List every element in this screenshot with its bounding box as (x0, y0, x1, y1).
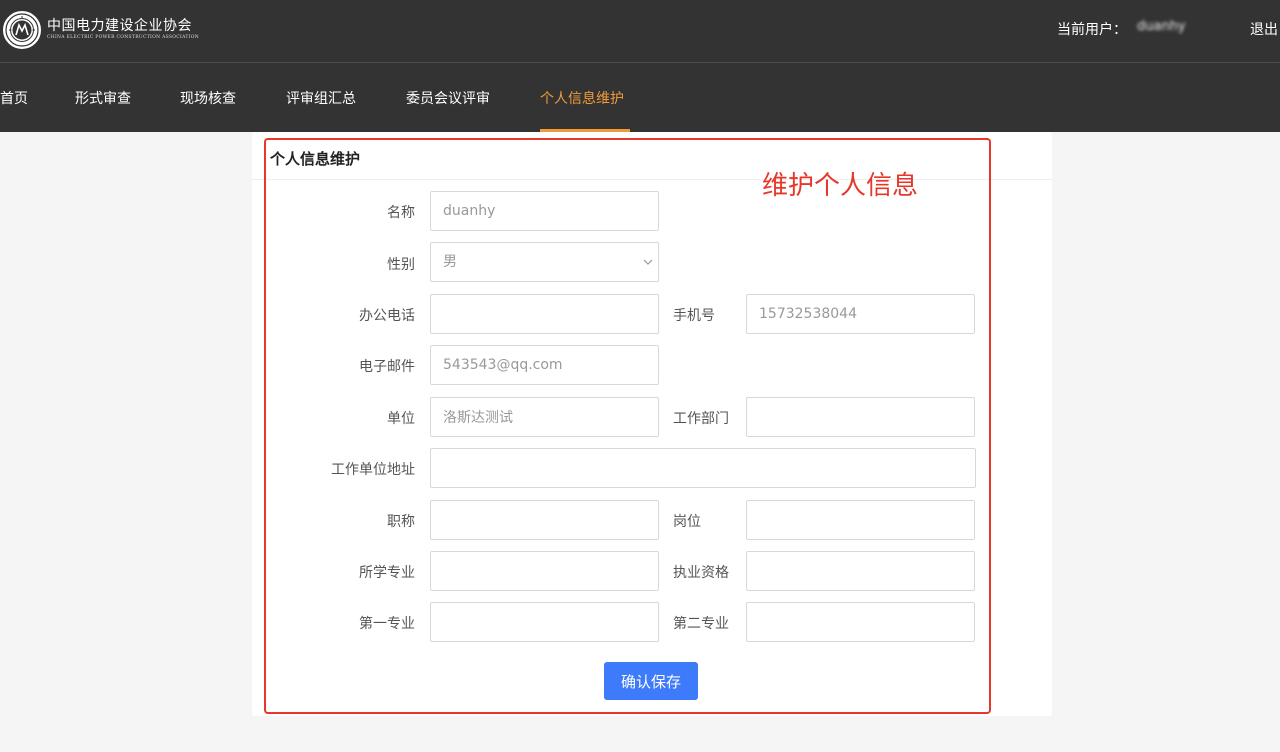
logout-link[interactable]: 退出 (1250, 19, 1278, 39)
annotation-highlight-box (264, 138, 991, 714)
association-logo (3, 11, 41, 49)
nav-item-site-check[interactable]: 现场核查 (180, 88, 236, 108)
org-name-english: CHINA ELECTRIC POWER CONSTRUCTION ASSOCI… (47, 35, 200, 40)
nav-item-formal-review[interactable]: 形式审查 (75, 88, 131, 108)
nav-item-home[interactable]: 首页 (0, 88, 28, 108)
nav-item-group-summary[interactable]: 评审组汇总 (286, 88, 356, 108)
current-user-label: 当前用户： (1057, 22, 1127, 38)
nav-item-profile[interactable]: 个人信息维护 (540, 88, 624, 108)
annotation-text: 维护个人信息 (762, 171, 919, 201)
current-user-name: duanhy (1137, 19, 1186, 34)
top-bar: 中国电力建设企业协会 CHINA ELECTRIC POWER CONSTRUC… (0, 0, 1280, 63)
nav-item-committee-review[interactable]: 委员会议评审 (406, 88, 490, 108)
org-name: 中国电力建设企业协会 (47, 18, 192, 34)
main-nav: 首页 形式审查 现场核查 评审组汇总 委员会议评审 个人信息维护 (0, 63, 1280, 132)
